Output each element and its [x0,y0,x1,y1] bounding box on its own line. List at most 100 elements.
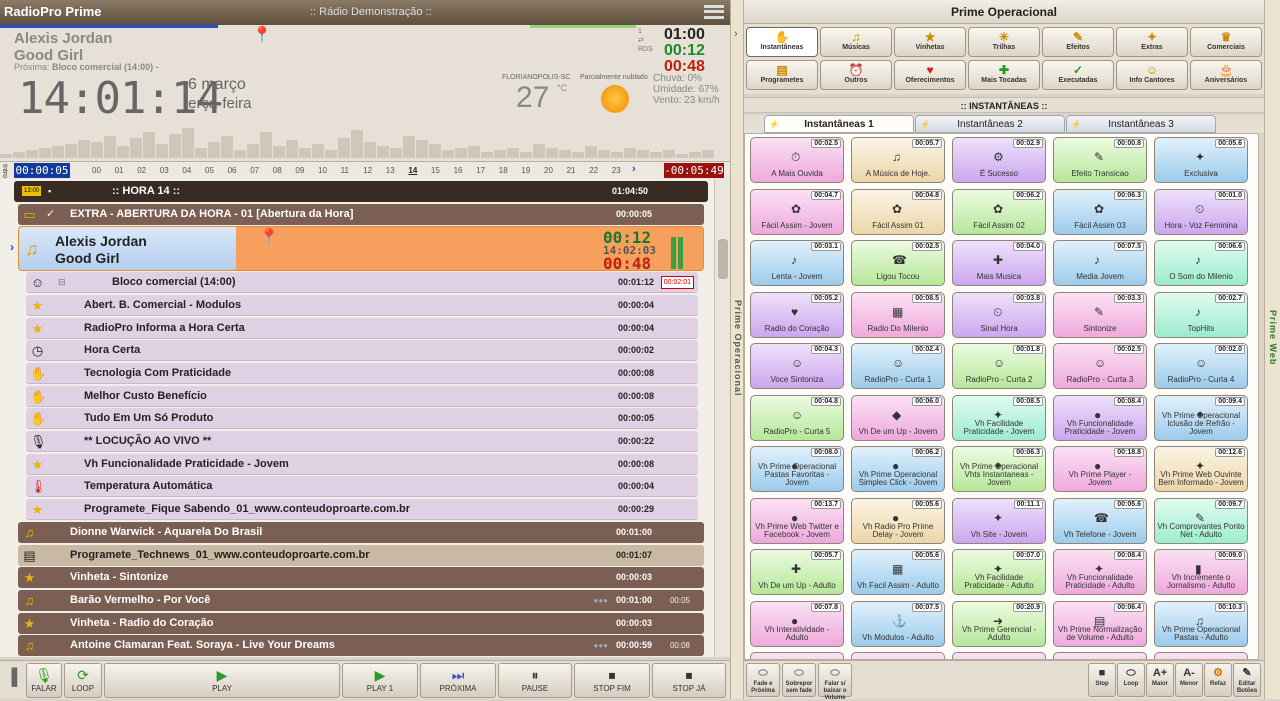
left-panel-divider[interactable]: › Prime Operacional [730,0,744,699]
instant-button[interactable]: 00:18.8 ● Vh Prime Player - Jovem [1053,446,1147,492]
instant-button[interactable]: 00:02.4 ☺ RadioPro - Curta 1 [851,343,945,389]
instant-button[interactable]: 00:07.5 ⚓ Vh Modulos - Adulto [851,600,945,647]
action-refaz-button[interactable]: ⚙ Refaz [1204,663,1232,697]
instant-button[interactable]: 00:07.0 ✦ Vh Facilidade Praticidade - Adul… [952,549,1046,595]
tab-instantaneas-3[interactable]: ⚡ Instantâneas 3 [1066,115,1216,133]
category-vinhetas[interactable]: ★ Vinhetas [894,27,966,57]
instant-button[interactable]: 00:02.9 ⚙ É Sucesso [952,137,1046,183]
hour-row[interactable]: 13:00 ▪ :: HORA 14 :: 01:04:50 [14,181,708,202]
playlist-row[interactable]: ♫ Barão Vermelho - Por Você 00:01:00 00:05 ●… [18,590,704,611]
category-instantaneas[interactable]: ✋ Instantâneas [746,27,818,57]
playlist-row[interactable]: ★ RadioPro Informa a Hora Certa 00:00:04 [26,318,698,339]
instant-button[interactable]: 00:02.5 ☎ Ligou Tocou [851,240,945,286]
hour-tick[interactable]: 19 [521,166,530,175]
category-oferecimentos[interactable]: ♥ Oferecimentos [894,60,966,90]
playlist-scrollbar[interactable] [714,179,730,657]
instant-button[interactable]: 00:02.0 ☺ RadioPro - Curta 4 [1154,343,1248,389]
instant-button[interactable]: 00:05.7 ✚ Vh De um Up - Adulto [750,549,844,595]
category-comerciais[interactable]: ♛ Comerciais [1190,27,1262,57]
stop-fim-button[interactable]: ⏹ STOP FIM [574,663,650,698]
pr-xima-button[interactable]: ⏭ PRÓXIMA [420,663,496,698]
instant-button[interactable]: 00:03.3 ✎ Sintonize [1053,291,1147,338]
playlist-row[interactable]: ✋ Tudo Em Um Só Produto 00:00:05 [26,408,698,429]
action-loop-button[interactable]: ⬭ Loop [1117,663,1145,697]
hour-tick[interactable]: 05 [205,166,214,175]
playlist-row[interactable]: ☺ ⊟ Bloco comercial (14:00) 00:01:12 00:02:0… [26,272,698,293]
playlist-row[interactable]: ✋ Melhor Custo Benefício 00:00:08 [26,386,698,407]
playlist-row[interactable]: ✋ Tecnologia Com Praticidade 00:00:08 [26,363,698,384]
category-info-cantores[interactable]: ☺ Info Cantores [1116,60,1188,90]
hour-tick[interactable]: 12 [363,166,372,175]
action-stop-button[interactable]: ■ Stop [1088,663,1116,697]
hour-tick[interactable]: 22 [589,166,598,175]
hour-tick[interactable]: 03 [160,166,169,175]
instant-button[interactable]: 00:06.3 ✦ Vh Prime Operacional Vhts Instan… [952,446,1046,492]
scroll-thumb[interactable] [718,239,728,279]
action-menor-button[interactable]: A- Menor [1175,663,1203,697]
instant-button[interactable]: 00:07.8 ● Vh Interatividade - Adulto [750,600,844,647]
hour-tick[interactable]: 16 [454,166,463,175]
instant-button[interactable]: 00:03.8 ⏲ Sinal Hora [952,291,1046,338]
instant-button[interactable]: 00:02.7 ♪ TopHits [1154,291,1248,338]
chevron-right-icon[interactable]: › [632,163,636,175]
instant-button[interactable]: 00:01.0 ⏲ Hora - Voz Feminina [1154,188,1248,235]
playlist-row[interactable]: ★ Vinheta - Radio do Coração 00:00:03 [18,613,704,634]
playlist-row[interactable]: ♫ Dionne Warwick - Aquarela Do Brasil 00:0… [18,522,704,543]
playlist-row[interactable]: ▤ Programete_Technews_01_www.conteudoproa… [18,545,704,566]
category-trilhas[interactable]: ✳ Trilhas [968,27,1040,57]
action-editar-bot-es-button[interactable]: ✎ Editar Botões [1233,663,1261,697]
instant-button[interactable]: 00:00.8 ✎ Efeito Transicao [1053,137,1147,183]
instant-button[interactable]: 00:13.7 ● Vh Prime Web Twitter e Facebook … [750,497,844,544]
hour-tick[interactable]: 06 [228,166,237,175]
playlist-row[interactable]: ★ Abert. B. Comercial - Modulos 00:00:04 [26,295,698,316]
category-efeitos[interactable]: ✎ Efeitos [1042,27,1114,57]
playlist-row[interactable]: 🌡 Temperatura Automática 00:00:04 [26,476,698,497]
category-outros[interactable]: ⏰ Outros [820,60,892,90]
instant-button[interactable]: 00:07.5 ♪ Media Jovem [1053,240,1147,286]
toggle-2-button[interactable]: ⬭ Sobrepor sem fade [782,663,816,697]
hour-tick[interactable]: 02 [137,166,146,175]
instant-button[interactable]: 00:09.4 ✦ Vh Prime Operacional Iclusão de … [1154,394,1248,441]
instant-button[interactable]: 00:02.5 ⏱ A Mais Ouvida [750,137,844,183]
instant-button[interactable]: 00:12.6 ✦ Vh Prime Web Ouvinte Bem Informa… [1154,446,1248,492]
playlist-row[interactable]: 🎙 ** LOCUÇÃO AO VIVO ** 00:00:22 [26,431,698,452]
hour-tick[interactable]: 09 [295,166,304,175]
category-aniversarios[interactable]: 🎂 Aniversários [1190,60,1262,90]
instant-button[interactable]: 00:06.3 ✿ Fácil Assim 03 [1053,188,1147,235]
hour-tick[interactable]: 17 [476,166,485,175]
chevron-right-icon[interactable]: › [734,28,738,40]
playlist-row[interactable]: ▭ ✓ EXTRA - ABERTURA DA HORA - 01 [Abertur… [18,204,704,225]
expand-icon[interactable]: ⊟ [58,272,66,293]
playlist-row[interactable]: ♫ Antoine Clamaran Feat. Soraya - Live Yo… [18,635,704,656]
instant-button[interactable] [952,652,1046,659]
hour-tick[interactable]: 13 [386,166,395,175]
play-button[interactable]: ▶ PLAY [104,663,340,698]
instant-button[interactable]: 00:09.7 ✎ Vh Comprovantes Ponto Net - Adul… [1154,497,1248,544]
menu-icon[interactable] [704,5,724,19]
instant-button[interactable] [750,652,844,659]
playlist-row[interactable]: ◷ Hora Certa 00:00:02 [26,340,698,361]
instant-button[interactable]: 00:08.5 ✦ Vh Facilidade Praticidade - Jove… [952,394,1046,441]
instant-button[interactable]: 00:04.0 ✚ Mais Musica [952,240,1046,286]
instant-button[interactable]: 00:04.8 ✿ Fácil Assim 01 [851,188,945,235]
hour-tick[interactable]: 01 [115,166,124,175]
instant-button[interactable]: 00:09.0 ▮ Vh Incremente o Jornalismo - Adu… [1154,549,1248,595]
hour-tick[interactable]: 11 [341,166,349,175]
instant-button[interactable]: 00:05.2 ♥ Radio do Coração [750,291,844,338]
hour-tick[interactable]: 23 [612,166,621,175]
hour-tick[interactable]: 18 [499,166,508,175]
instant-button[interactable]: 00:08.0 ● Vh Prime Operacional Pastas Favo… [750,446,844,492]
category-executadas[interactable]: ✓ Executadas [1042,60,1114,90]
handle-icon[interactable]: ▐ [6,669,17,687]
tab-instantaneas-1[interactable]: ⚡ Instantâneas 1 [764,115,914,133]
instant-button[interactable]: 00:10.3 ♫ Vh Prime Operacional Pastas - Ad… [1154,600,1248,647]
instant-button[interactable]: 00:04.8 ☺ RadioPro - Curta 5 [750,394,844,441]
instant-button[interactable]: 00:05.6 ✦ Exclusiva [1154,137,1248,183]
toggle-1-button[interactable]: ⬭ Fade e Próxima [746,663,780,697]
play-1-button[interactable]: ▶ PLAY 1 [342,663,418,698]
instant-button[interactable] [1154,652,1248,659]
instant-button[interactable]: 00:02.5 ☺ RadioPro - Curta 3 [1053,343,1147,389]
hour-timeline[interactable]: Intro 00:00:05 00 01 02 03 04 05 06 07 08 09 10 11 1… [0,161,730,179]
tab-instantaneas-2[interactable]: ⚡ Instantâneas 2 [915,115,1065,133]
category-extras[interactable]: ✦ Extras [1116,27,1188,57]
